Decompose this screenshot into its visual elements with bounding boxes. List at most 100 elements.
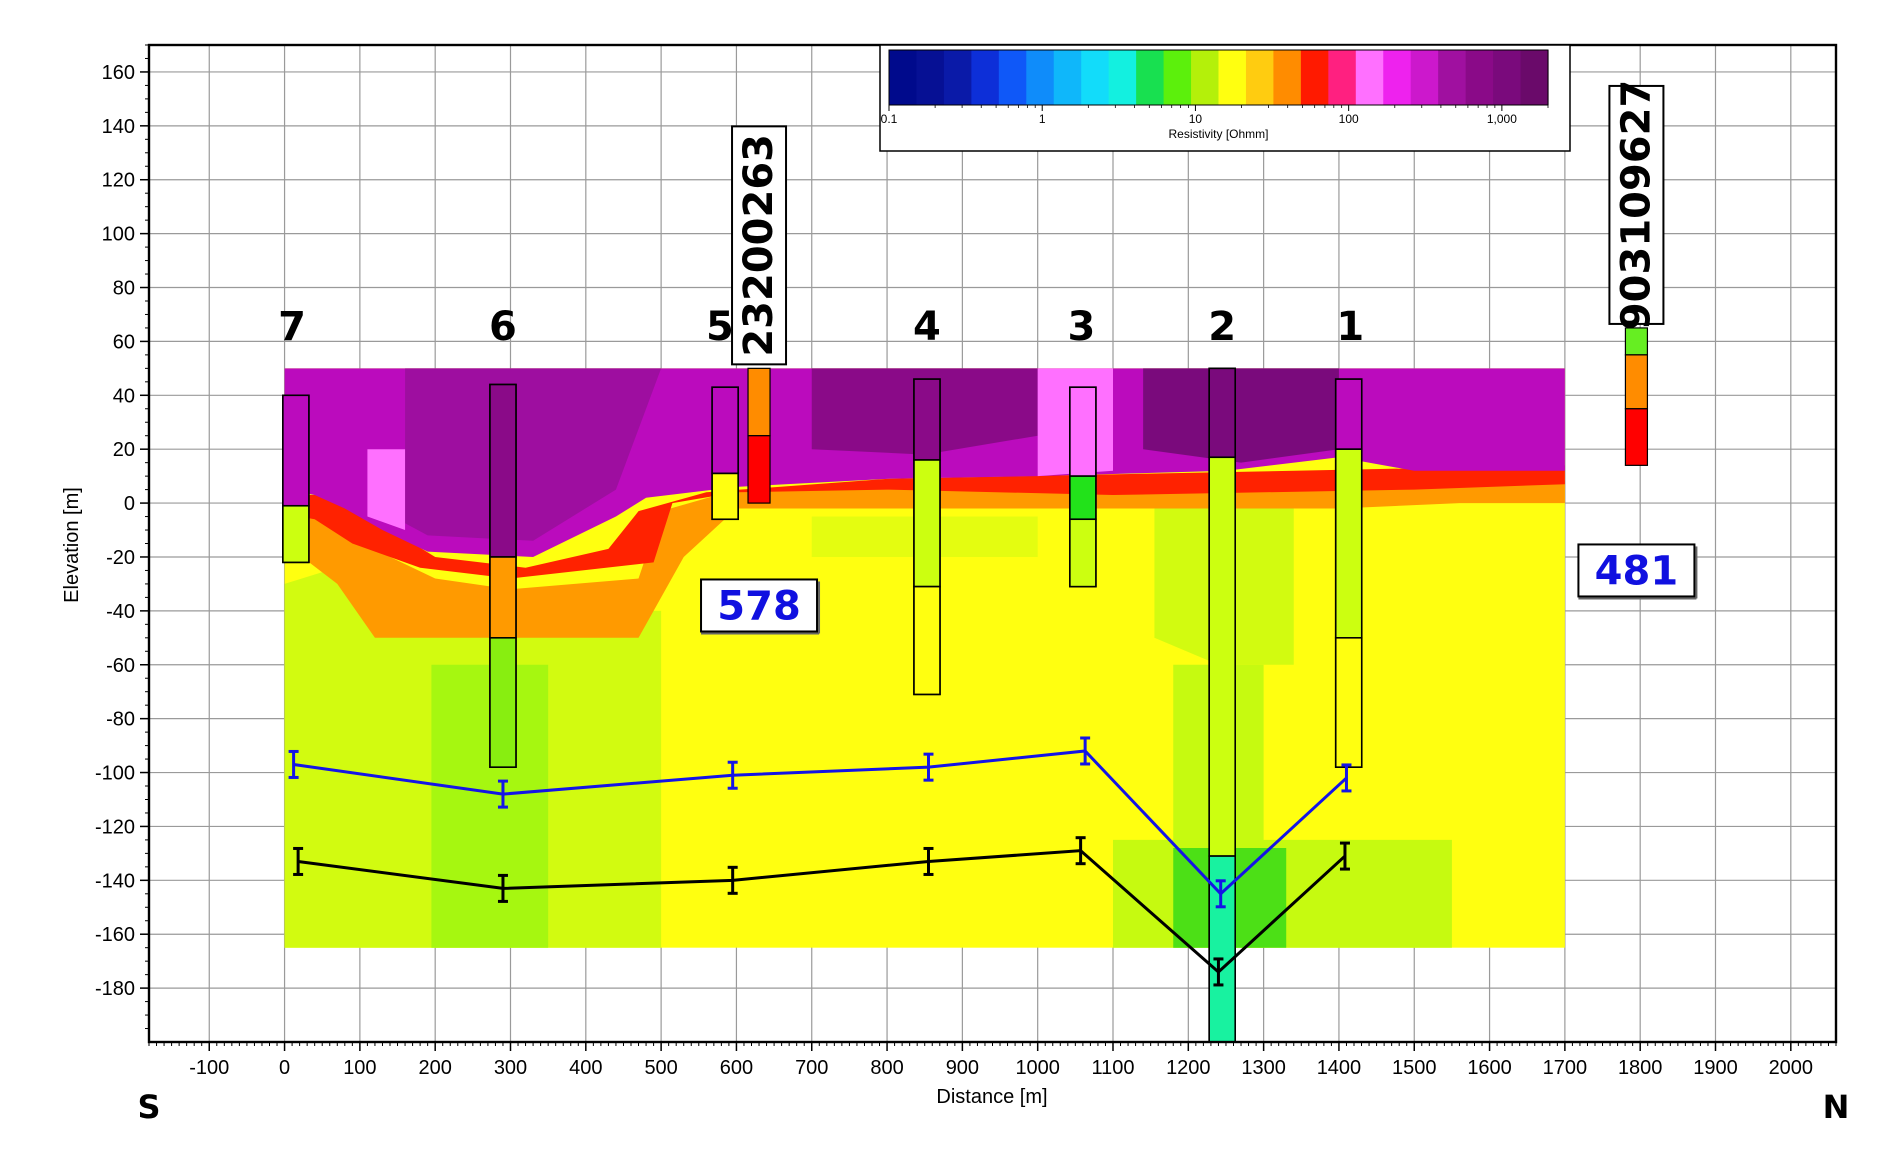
y-tick-label: -160 — [95, 924, 135, 946]
well-id-label: 903109627 — [1613, 80, 1659, 331]
borehole-interval — [282, 504, 310, 564]
colorbar-swatch — [1383, 50, 1412, 105]
y-tick-label: -100 — [95, 763, 135, 785]
borehole-interval — [1208, 456, 1237, 857]
x-tick-label: -100 — [189, 1057, 229, 1079]
colorbar-swatch — [1026, 50, 1055, 105]
borehole-interval — [1069, 386, 1097, 477]
colorbar-swatch — [1438, 50, 1467, 105]
colorbar-swatch — [943, 50, 972, 105]
colorbar-tick-label: 0.1 — [881, 112, 898, 126]
x-tick-label: 1600 — [1467, 1057, 1512, 1079]
resistivity-section-chart: -100 0 100 200 300 400 500 600 700 800 900 1000 1100… — [0, 0, 1880, 1152]
y-tick-label: 140 — [102, 116, 135, 138]
y-tick-label: 120 — [102, 170, 135, 192]
borehole-interval — [1069, 518, 1097, 588]
x-tick-label: 600 — [720, 1057, 753, 1079]
y-tick-label: -80 — [106, 709, 135, 731]
x-tick-label: 2000 — [1769, 1057, 1814, 1079]
colorbar-swatch — [1410, 50, 1439, 105]
colorbar-swatch — [1053, 50, 1082, 105]
y-tick-label: -180 — [95, 978, 135, 1000]
colorbar-swatch — [1245, 50, 1275, 105]
station-label: 1 — [1336, 304, 1364, 350]
x-tick-label: 1200 — [1166, 1057, 1211, 1079]
colorbar-tick-label: 1,000 — [1487, 112, 1517, 126]
x-tick-label: 400 — [569, 1057, 602, 1079]
x-tick-label: 700 — [795, 1057, 828, 1079]
borehole-interval — [1069, 475, 1097, 521]
x-tick-label: 900 — [946, 1057, 979, 1079]
x-tick-label: 500 — [644, 1057, 677, 1079]
y-tick-label: 80 — [113, 278, 135, 300]
well-interval — [747, 367, 771, 437]
colorbar-tick-label: 1 — [1039, 112, 1046, 126]
colorbar-swatch — [916, 50, 945, 105]
y-tick-label: -20 — [106, 547, 135, 569]
x-tick-label: 1900 — [1693, 1057, 1738, 1079]
borehole-interval — [1334, 448, 1363, 639]
colorbar-swatch — [998, 50, 1027, 105]
x-tick-label: 100 — [343, 1057, 376, 1079]
borehole-interval — [489, 556, 517, 639]
y-tick-label: 160 — [102, 62, 135, 84]
station-label: 5 — [706, 304, 734, 350]
well-interval — [1624, 354, 1649, 410]
borehole-interval — [1334, 637, 1363, 768]
y-axis-title: Elevation [m] — [61, 487, 83, 603]
zone-top-dark-east — [1143, 368, 1339, 463]
x-tick-label: 1000 — [1015, 1057, 1060, 1079]
y-tick-label: -40 — [106, 601, 135, 623]
x-tick-label: 1700 — [1543, 1057, 1588, 1079]
x-axis-title: Distance [m] — [936, 1086, 1047, 1108]
y-tick-label: 0 — [124, 493, 135, 515]
colorbar-swatch — [1108, 50, 1137, 105]
colorbar-swatch — [1493, 50, 1522, 105]
borehole-interval — [282, 394, 310, 507]
colorbar-swatch — [971, 50, 1000, 105]
zone-top-pink-west — [367, 449, 406, 531]
colorbar-swatch — [1163, 50, 1192, 105]
borehole-interval — [711, 472, 739, 521]
well-interval — [747, 435, 771, 504]
x-tick-label: 1800 — [1618, 1057, 1663, 1079]
borehole-interval — [913, 378, 941, 461]
x-tick-label: 1400 — [1317, 1057, 1362, 1079]
station-label: 6 — [489, 304, 517, 350]
colorbar-swatch — [1218, 50, 1247, 105]
y-tick-label: -60 — [106, 655, 135, 677]
borehole-interval — [913, 459, 941, 588]
colorbar-swatch — [1300, 50, 1329, 105]
well-interval — [1624, 408, 1649, 466]
x-tick-label: 300 — [494, 1057, 527, 1079]
y-tick-label: 60 — [113, 331, 135, 353]
y-tick-label: -140 — [95, 870, 135, 892]
x-tick-label: 0 — [279, 1057, 290, 1079]
colorbar-swatch — [1136, 50, 1165, 105]
borehole-interval — [1208, 367, 1237, 459]
station-label: 3 — [1067, 304, 1095, 350]
y-tick-label: -120 — [95, 816, 135, 838]
borehole-interval — [1334, 378, 1363, 450]
x-tick-label: 1300 — [1241, 1057, 1286, 1079]
borehole-interval — [711, 386, 739, 475]
well-interval — [1624, 327, 1649, 356]
marker-label: 578 — [717, 583, 801, 629]
colorbar-swatch — [1081, 50, 1110, 105]
y-tick-label: 40 — [113, 385, 135, 407]
colorbar-swatch — [1355, 50, 1384, 105]
colorbar-swatch — [1273, 50, 1302, 105]
station-label: 4 — [913, 304, 941, 350]
x-tick-label: 800 — [870, 1057, 903, 1079]
colorbar-legend: 0.1 1 10 100 1,000 Resistivity [Ohmm] — [879, 44, 1571, 152]
borehole-interval — [489, 637, 517, 768]
colorbar-swatch — [889, 50, 918, 105]
well-id-label: 23200263 — [736, 134, 782, 357]
y-tick-label: 20 — [113, 439, 135, 461]
borehole-interval — [489, 383, 517, 558]
station-label: 7 — [278, 304, 306, 350]
colorbar-tick-label: 100 — [1339, 112, 1359, 126]
y-tick-label: 100 — [102, 224, 135, 246]
x-tick-label: 1100 — [1091, 1057, 1134, 1079]
colorbar-swatch — [1465, 50, 1494, 105]
